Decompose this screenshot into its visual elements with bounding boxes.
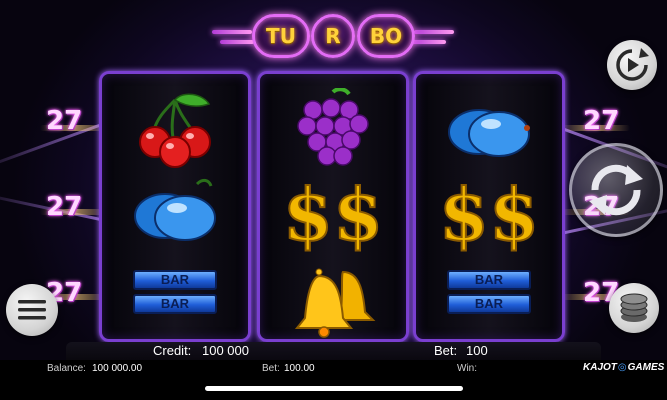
cherries-icon	[139, 93, 211, 168]
game-logo: TU R BO	[0, 8, 667, 58]
reel-3: $$ BAR BAR	[413, 71, 565, 342]
dollar-icon: $$	[283, 174, 383, 254]
plum-icon	[448, 109, 530, 157]
dollar-icon: $$	[439, 174, 539, 254]
bar-label: BAR	[133, 294, 217, 314]
payline-right-1: 27	[583, 106, 620, 136]
bar-label: BAR	[447, 270, 531, 290]
brand-left: KAJOT	[583, 362, 617, 373]
game-stage: TU R BO 27 27 27 27 27 27 BAR	[0, 0, 667, 400]
status-bar: Balance: 100 000.00 Bet: 100.00 Win: KAJ…	[0, 360, 667, 400]
plum-icon	[134, 178, 216, 241]
bar-label: BAR	[447, 294, 531, 314]
bet-label: Bet:	[434, 343, 458, 358]
balance-label: Balance:	[47, 363, 86, 374]
logo-line	[220, 40, 254, 44]
bells-icon	[294, 268, 376, 338]
play-circle-icon	[616, 48, 649, 81]
payline-left-2: 27	[46, 192, 83, 222]
home-indicator[interactable]	[205, 386, 463, 391]
logo-line	[414, 30, 454, 34]
credit-value: 100 000	[202, 343, 249, 358]
grapes-icon	[297, 88, 369, 166]
menu-button[interactable]	[6, 284, 58, 336]
hamburger-menu-icon	[18, 300, 46, 320]
logo-line	[212, 30, 252, 34]
logo-line	[412, 40, 446, 44]
spin-button[interactable]	[569, 143, 663, 237]
double-bar-symbol: BAR BAR	[439, 270, 539, 350]
credit-label: Credit:	[153, 343, 192, 358]
logo-letter-r: R	[311, 14, 355, 58]
autoplay-button[interactable]	[607, 40, 657, 90]
bar-label: BAR	[133, 270, 217, 290]
reel-1: BAR BAR	[99, 71, 251, 342]
status-bet-label: Bet:	[262, 363, 280, 374]
spin-arrows-icon	[589, 164, 643, 216]
info-bar: Credit: 100 000 Bet: 100	[66, 342, 601, 360]
win-label: Win:	[457, 363, 477, 374]
bet-button[interactable]	[609, 283, 659, 333]
logo-letters-bo: BO	[357, 14, 415, 58]
double-bar-symbol: BAR BAR	[125, 270, 225, 350]
balance-value: 100 000.00	[92, 363, 143, 374]
svg-text:$$: $$	[283, 174, 383, 254]
coin-stack-icon	[620, 293, 648, 322]
brand-separator-icon: ◎	[617, 362, 627, 373]
status-bet-value: 100.00	[284, 363, 315, 374]
reel-2: $$	[257, 71, 409, 342]
svg-text:$$: $$	[439, 174, 539, 254]
brand-right: GAMES	[627, 362, 665, 373]
bet-value: 100	[466, 343, 488, 358]
logo-letters-tu: TU	[252, 14, 310, 58]
brand-logo: KAJOT◎GAMES	[583, 362, 664, 373]
payline-left-1: 27	[46, 106, 83, 136]
